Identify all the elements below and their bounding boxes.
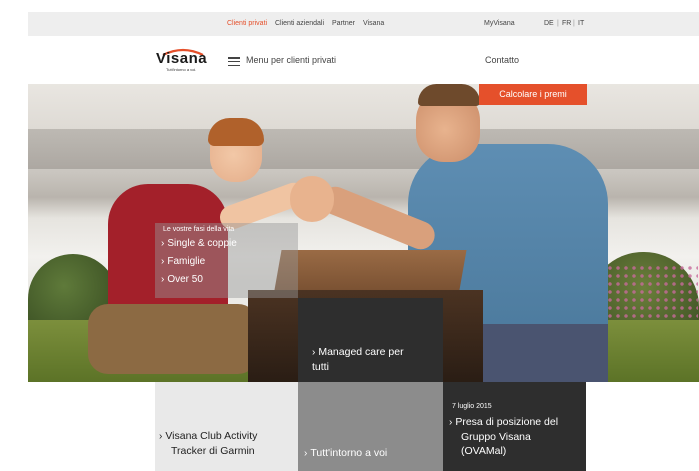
tutt-label: Tutt'intorno a voi <box>310 447 388 459</box>
menu-button[interactable]: Menu per clienti privati <box>246 55 336 65</box>
contact-link[interactable]: Contatto <box>485 55 519 65</box>
managed-care-line2: tutti <box>312 361 329 373</box>
activity-line1: Visana Club Activity <box>165 430 258 442</box>
logo-wordmark: Visana <box>156 50 208 67</box>
calculate-premium-button[interactable]: Calcolare i premi <box>479 84 587 105</box>
tutt-intorno-tile[interactable]: › Tutt'intorno a voi <box>298 382 443 471</box>
lang-separator: | <box>573 20 575 27</box>
lang-de[interactable]: DE <box>544 20 554 27</box>
managed-care-tile[interactable]: › Managed care per tutti <box>298 298 443 382</box>
logo-tagline: Tutt'intorno a voi. <box>166 67 197 72</box>
utility-bar: Clienti privati Clienti aziendali Partne… <box>28 12 699 36</box>
life-stage-over50[interactable]: › Over 50 <box>161 274 203 285</box>
nav-myvisana[interactable]: MyVisana <box>484 20 515 27</box>
chevron-right-icon: › <box>312 347 316 358</box>
nav-clienti-aziendali[interactable]: Clienti aziendali <box>275 20 324 27</box>
nav-clienti-privati[interactable]: Clienti privati <box>227 20 267 27</box>
managed-care-line1: Managed care per <box>318 346 404 358</box>
news-date: 7 luglio 2015 <box>452 403 492 410</box>
visana-logo[interactable]: Visana Tutt'intorno a voi. <box>156 48 210 74</box>
chevron-right-icon: › <box>161 274 165 285</box>
news-line1: Presa di posizione del <box>455 416 559 428</box>
chevron-right-icon: › <box>161 238 165 249</box>
activity-line2: Tracker di Garmin <box>171 445 255 457</box>
chevron-right-icon: › <box>161 256 165 267</box>
nav-visana[interactable]: Visana <box>363 20 384 27</box>
chevron-right-icon: › <box>159 431 163 442</box>
hamburger-icon[interactable] <box>228 57 240 67</box>
life-stage-famiglie[interactable]: › Famiglie <box>161 256 205 267</box>
lang-it[interactable]: IT <box>578 20 584 27</box>
chevron-right-icon: › <box>449 417 453 428</box>
lang-separator: | <box>557 20 559 27</box>
life-stages-panel: Le vostre fasi della vita › Single & copp… <box>155 223 298 298</box>
news-tile[interactable]: 7 luglio 2015 › Presa di posizione del Gr… <box>443 382 586 471</box>
news-line3: (OVAMal) <box>461 445 507 457</box>
lang-fr[interactable]: FR <box>562 20 571 27</box>
site-header: Visana Tutt'intorno a voi. Menu per clie… <box>0 36 699 84</box>
news-line2: Gruppo Visana <box>461 431 531 443</box>
life-stages-title: Le vostre fasi della vita <box>163 226 235 233</box>
nav-partner[interactable]: Partner <box>332 20 355 27</box>
chevron-right-icon: › <box>304 448 308 459</box>
life-stage-single[interactable]: › Single & coppie <box>161 238 237 249</box>
activity-tracker-tile[interactable]: › Visana Club Activity Tracker di Garmin <box>155 382 298 471</box>
